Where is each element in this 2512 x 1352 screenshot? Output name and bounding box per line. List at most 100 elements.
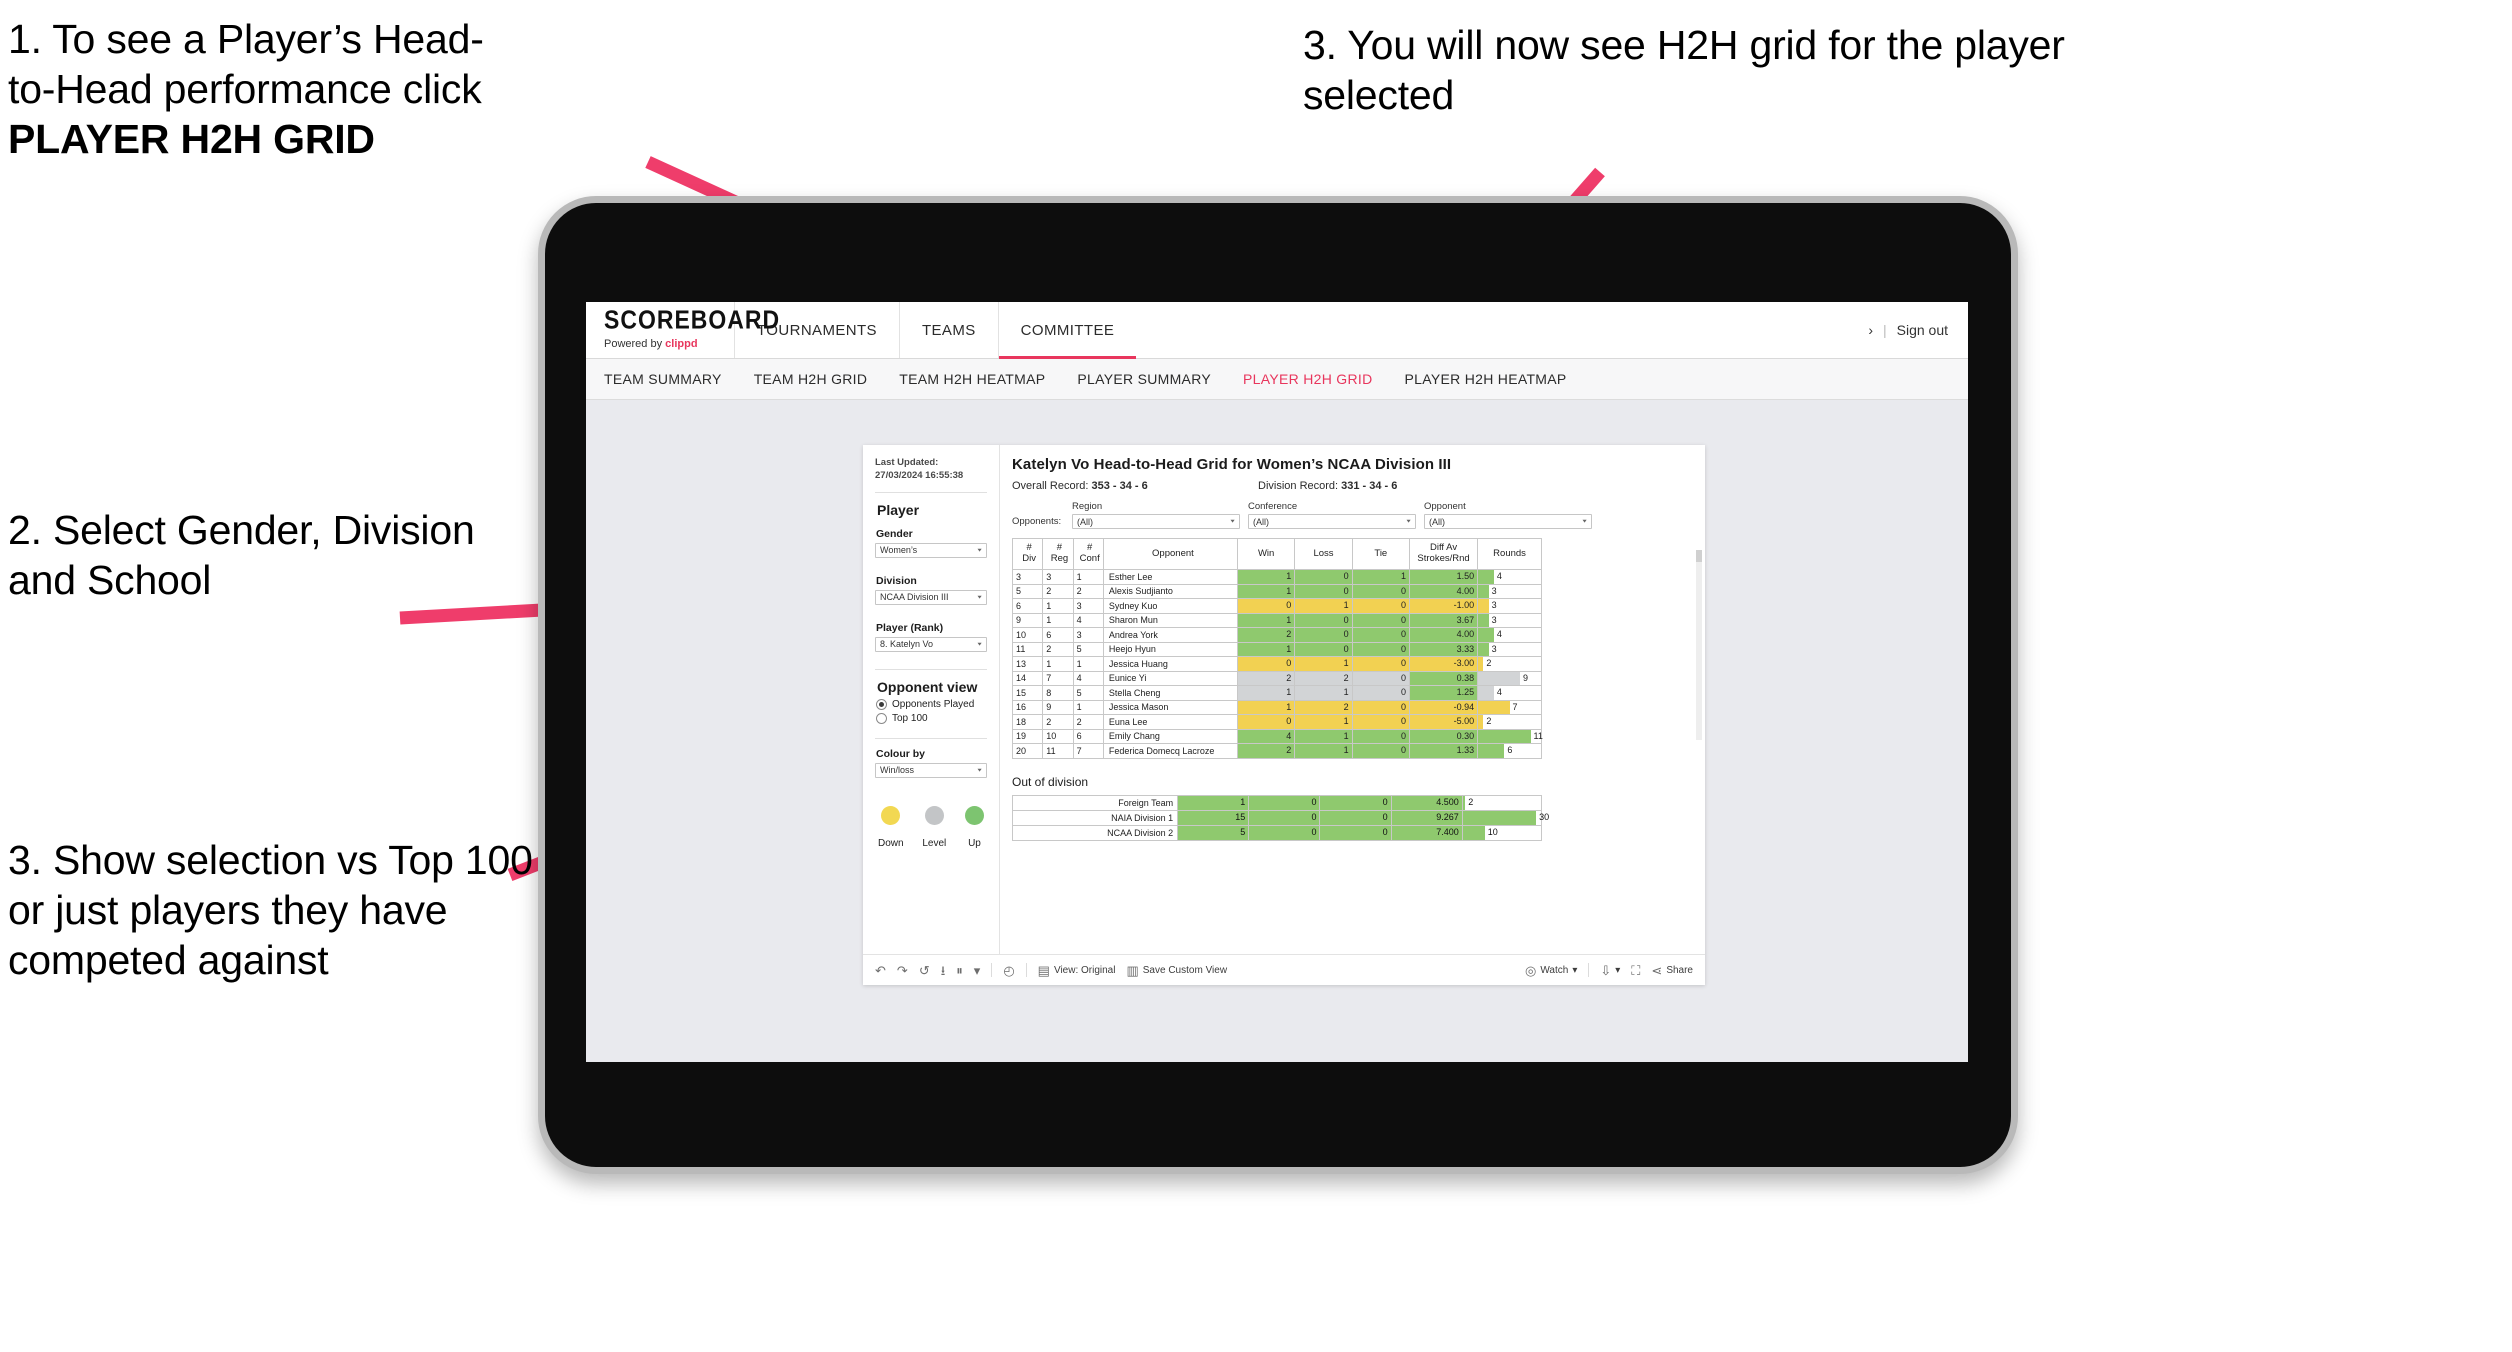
sign-out-link[interactable]: Sign out bbox=[1897, 322, 1948, 338]
col-opponent[interactable]: Opponent bbox=[1102, 538, 1238, 570]
radio-opponents-played[interactable]: Opponents Played bbox=[876, 698, 987, 710]
tab-team-h2h-grid[interactable]: TEAM H2H GRID bbox=[754, 371, 868, 387]
table-header-row: # Div # Reg # Conf Opponent Win Loss Tie Di… bbox=[1011, 538, 1542, 570]
cell-div: 14 bbox=[1011, 670, 1044, 686]
refresh-icon[interactable]: ⭳ bbox=[941, 964, 946, 977]
save-custom-view-button[interactable]: ▥ Save Custom View bbox=[1126, 964, 1227, 977]
tab-team-h2h-heatmap[interactable]: TEAM H2H HEATMAP bbox=[899, 371, 1045, 387]
cell-reg: 3 bbox=[1042, 569, 1074, 585]
filter-region-select[interactable]: (All) ▼ bbox=[1072, 514, 1240, 529]
cell-loss: 0 bbox=[1294, 641, 1353, 657]
cell-win: 0 bbox=[1236, 656, 1296, 672]
table-row[interactable]: 13 1 1 Jessica Huang 0 1 0 -3.00 2 bbox=[1011, 656, 1542, 672]
cell-conf: 7 bbox=[1072, 743, 1104, 759]
table-row[interactable]: 16 9 1 Jessica Mason 1 2 0 -0.94 7 bbox=[1011, 699, 1542, 715]
cell-diff: 4.00 bbox=[1408, 583, 1479, 599]
col-diff-av-strokes[interactable]: Diff Av Strokes/Rnd bbox=[1408, 538, 1479, 570]
col-div-l1: # bbox=[1026, 542, 1032, 554]
cell-diff: -1.00 bbox=[1408, 598, 1479, 614]
col-win[interactable]: Win bbox=[1236, 538, 1296, 570]
table-row[interactable]: 10 6 3 Andrea York 2 0 0 4.00 4 bbox=[1011, 627, 1542, 643]
share-icon: ⋖ bbox=[1651, 962, 1663, 978]
table-row[interactable]: 19 10 6 Emily Chang 4 1 0 0.30 11 bbox=[1011, 728, 1543, 744]
table-row[interactable]: 3 3 1 Esther Lee 1 0 1 1.50 4 bbox=[1011, 569, 1542, 585]
sub-tab-bar: TEAM SUMMARY TEAM H2H GRID TEAM H2H HEAT… bbox=[586, 359, 1968, 400]
tab-player-h2h-grid[interactable]: PLAYER H2H GRID bbox=[1243, 371, 1373, 387]
table-row[interactable]: 6 1 3 Sydney Kuo 0 1 0 -1.00 3 bbox=[1011, 598, 1542, 614]
chevron-down-icon: ▼ bbox=[976, 641, 983, 647]
gender-value: Women’s bbox=[880, 545, 918, 556]
table-row[interactable]: 14 7 4 Eunice Yi 2 2 0 0.38 9 bbox=[1011, 670, 1542, 686]
chevron-right-icon[interactable]: › bbox=[1868, 322, 1873, 338]
cell-rounds: 2 bbox=[1477, 656, 1542, 672]
cell-win: 0 bbox=[1236, 714, 1296, 730]
col-reg[interactable]: # Reg bbox=[1042, 538, 1074, 570]
cell-reg: 2 bbox=[1042, 583, 1074, 599]
scrollbar-thumb[interactable] bbox=[1696, 550, 1702, 562]
cell-rounds: 30 bbox=[1461, 809, 1549, 826]
cell-reg: 9 bbox=[1042, 699, 1074, 715]
cell-loss: 0 bbox=[1248, 809, 1321, 826]
view-original-button[interactable]: ▤ View: Original bbox=[1038, 964, 1116, 977]
player-rank-select[interactable]: 8. Katelyn Vo ▼ bbox=[875, 636, 987, 652]
h2h-grid-body: 3 3 1 Esther Lee 1 0 1 1.50 4 5 2 2 Alexis Sudjianto… bbox=[1011, 569, 1543, 759]
cell-rounds: 10 bbox=[1461, 824, 1543, 841]
tab-team-summary[interactable]: TEAM SUMMARY bbox=[604, 371, 722, 387]
cell-conf: 2 bbox=[1072, 583, 1104, 599]
table-row[interactable]: 20 11 7 Federica Domecq Lacroze 2 1 0 1.33 6 bbox=[1011, 743, 1542, 759]
cell-win: 4 bbox=[1236, 728, 1296, 744]
table-row[interactable]: 5 2 2 Alexis Sudjianto 1 0 0 4.00 3 bbox=[1011, 583, 1542, 599]
watch-button[interactable]: ◎ Watch ▾ bbox=[1525, 964, 1577, 977]
division-select[interactable]: NCAA Division III ▼ bbox=[875, 589, 987, 605]
table-row[interactable]: 9 1 4 Sharon Mun 1 0 0 3.67 3 bbox=[1011, 612, 1542, 628]
table-row[interactable]: 18 2 2 Euna Lee 0 1 0 -5.00 2 bbox=[1011, 714, 1542, 730]
clippd-wordmark: clippd bbox=[665, 338, 698, 350]
radio-top-100[interactable]: Top 100 bbox=[876, 712, 987, 724]
col-tie[interactable]: Tie bbox=[1351, 538, 1410, 570]
cell-reg: 2 bbox=[1042, 714, 1074, 730]
colour-by-select[interactable]: Win/loss ▼ bbox=[875, 762, 987, 778]
powered-by-text: Powered by bbox=[604, 338, 666, 350]
cell-diff: 1.33 bbox=[1408, 743, 1479, 759]
chevron-down-icon: ▼ bbox=[976, 594, 983, 600]
workbook-toolbar: ↶ ↷ ↺ ⭳ ⏸ ▾ ◴ ▤ View: Original ▥ Save Cust… bbox=[863, 954, 1705, 985]
chevron-down-icon[interactable]: ▾ bbox=[974, 964, 981, 977]
filter-conference-select[interactable]: (All) ▼ bbox=[1248, 514, 1416, 529]
col-rounds[interactable]: Rounds bbox=[1477, 538, 1542, 570]
table-row[interactable]: 11 2 5 Heejo Hyun 1 0 0 3.33 3 bbox=[1011, 641, 1542, 657]
col-conf[interactable]: # Conf bbox=[1072, 538, 1104, 570]
table-vertical-scrollbar[interactable] bbox=[1696, 550, 1702, 740]
out-of-division-row[interactable]: NCAA Division 2 5 0 0 7.400 10 bbox=[1011, 824, 1543, 841]
opponent-view-heading: Opponent view bbox=[877, 678, 978, 695]
clock-icon[interactable]: ◴ bbox=[1003, 964, 1014, 977]
cell-rounds: 7 bbox=[1477, 699, 1542, 715]
nav-item-committee[interactable]: COMMITTEE bbox=[997, 302, 1137, 359]
cell-diff: 0.30 bbox=[1408, 728, 1479, 744]
out-of-division-row[interactable]: NAIA Division 1 15 0 0 9.267 30 bbox=[1011, 809, 1549, 826]
pause-auto-updates-icon[interactable]: ⏸ bbox=[956, 964, 963, 977]
revert-icon[interactable]: ↺ bbox=[919, 964, 930, 977]
cell-conf: 4 bbox=[1072, 670, 1104, 686]
download-button[interactable]: ⇩ ▾ bbox=[1600, 964, 1620, 977]
nav-item-teams[interactable]: TEAMS bbox=[898, 302, 998, 358]
annotation-step-2: 2. Select Gender, Division and School bbox=[8, 507, 475, 604]
filter-opponent-select[interactable]: (All) ▼ bbox=[1424, 514, 1592, 529]
out-of-division-row[interactable]: Foreign Team 1 0 0 4.500 2 bbox=[1011, 794, 1543, 811]
cell-opponent: Euna Lee bbox=[1102, 714, 1238, 730]
col-div[interactable]: # Div bbox=[1011, 538, 1044, 570]
fullscreen-icon[interactable]: ⛶ bbox=[1631, 964, 1640, 977]
gender-select[interactable]: Women’s ▼ bbox=[875, 542, 987, 558]
chevron-down-icon: ▼ bbox=[976, 767, 983, 773]
table-row[interactable]: 15 8 5 Stella Cheng 1 1 0 1.25 4 bbox=[1011, 685, 1542, 701]
undo-icon[interactable]: ↶ bbox=[875, 964, 886, 977]
col-loss[interactable]: Loss bbox=[1294, 538, 1353, 570]
col-reg-l2: Reg bbox=[1050, 553, 1069, 564]
tab-player-h2h-heatmap[interactable]: PLAYER H2H HEATMAP bbox=[1405, 371, 1567, 387]
cell-div: 18 bbox=[1011, 714, 1044, 730]
cell-loss: 0 bbox=[1294, 569, 1353, 585]
cell-win: 1 bbox=[1236, 612, 1296, 628]
redo-icon[interactable]: ↷ bbox=[897, 964, 908, 977]
share-button[interactable]: ⋖ Share bbox=[1651, 964, 1693, 977]
tab-player-summary[interactable]: PLAYER SUMMARY bbox=[1077, 371, 1211, 387]
player-rank-value: 8. Katelyn Vo bbox=[880, 639, 934, 650]
